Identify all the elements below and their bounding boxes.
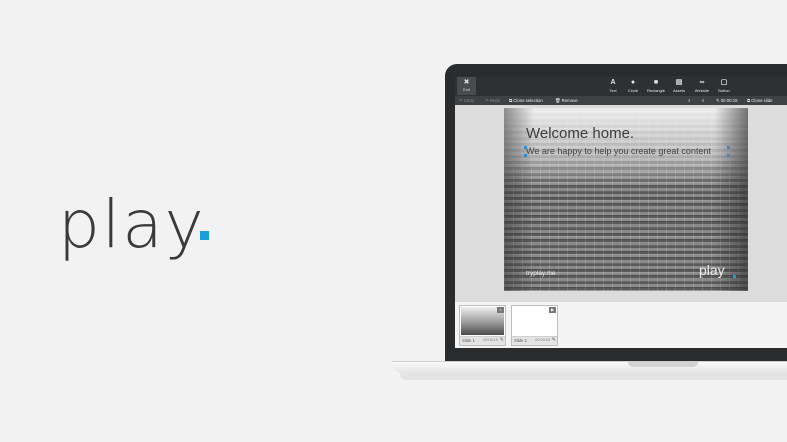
brand-logo: play <box>58 186 209 263</box>
laptop-notch <box>628 362 698 367</box>
laptop-screen: ✖ Exit A Text ● Circle ■ Rectangle ▤ Ass… <box>455 76 787 348</box>
thumbnail-bar: Slide 2 00:00:15 ✎ <box>512 336 557 345</box>
brand-wordmark: play <box>58 186 206 263</box>
slide-thumbnails: × Slide 1 00:00:15 ✎ ▶ Slide 2 00:00:15 … <box>455 302 787 348</box>
redo-button[interactable]: ↷ Redo <box>485 97 500 104</box>
circle-tool-button[interactable]: ● Circle <box>623 78 643 93</box>
close-icon[interactable]: × <box>497 307 504 313</box>
selection-handle[interactable] <box>524 154 527 157</box>
button-tool-button[interactable]: ▢ Button <box>714 78 734 93</box>
selection-handle[interactable] <box>727 154 730 157</box>
pencil-icon[interactable]: ✎ <box>552 337 556 343</box>
text-tool-button[interactable]: A Text <box>603 78 623 93</box>
search-icon[interactable]: ⌕ <box>702 97 704 104</box>
text-icon: A <box>610 79 616 86</box>
slide-footer-text[interactable]: tryplay.me <box>526 270 556 277</box>
slide-preview[interactable]: Welcome home. We are happy to help you c… <box>504 108 748 291</box>
slide-logo-dot <box>733 275 736 278</box>
website-tool-button[interactable]: ∞ Website <box>692 78 712 93</box>
exit-button[interactable]: ✖ Exit <box>457 77 476 95</box>
clone-selection-button[interactable]: ⧉ Clone selection <box>509 97 543 104</box>
assets-tool-button[interactable]: ▤ Assets <box>669 78 689 93</box>
laptop-base <box>392 361 787 374</box>
selection-handle[interactable] <box>727 146 730 149</box>
slide-logo[interactable]: play <box>699 262 725 278</box>
undo-button[interactable]: ↶ Undo <box>459 97 474 104</box>
assets-icon: ▤ <box>675 79 683 86</box>
thumbnail-bar: Slide 1 00:00:15 ✎ <box>460 336 505 345</box>
laptop-shadow <box>400 374 787 380</box>
slide-thumbnail[interactable]: ▶ Slide 2 00:00:15 ✎ <box>511 305 558 346</box>
close-icon: ✖ <box>463 79 470 86</box>
slide-thumbnail[interactable]: × Slide 1 00:00:15 ✎ <box>459 305 506 346</box>
editor-toolbar: ✖ Exit A Text ● Circle ■ Rectangle ▤ Ass… <box>455 76 787 96</box>
button-icon: ▢ <box>720 79 728 86</box>
duration-field[interactable]: ✎ 00:00:15 <box>716 97 738 104</box>
action-bar: ↶ Undo ↷ Redo ⧉ Clone selection 🗑 Remove… <box>455 96 787 105</box>
link-icon: ∞ <box>699 79 705 86</box>
circle-icon: ● <box>630 79 636 86</box>
slide-canvas: Welcome home. We are happy to help you c… <box>455 105 787 302</box>
play-icon[interactable]: ▶ <box>549 307 556 313</box>
slide-subtitle-text[interactable]: We are happy to help you create great co… <box>526 146 711 156</box>
clone-slide-button[interactable]: ⧉ Clone slide <box>747 97 773 104</box>
remove-button[interactable]: 🗑 Remove <box>555 97 578 104</box>
slide-title-text[interactable]: Welcome home. <box>526 125 634 142</box>
pencil-icon[interactable]: ✎ <box>500 337 504 343</box>
rectangle-icon: ■ <box>653 79 659 86</box>
zoom-icon[interactable]: ⌕ <box>688 97 690 104</box>
brand-accent-dot <box>200 231 209 240</box>
rectangle-tool-button[interactable]: ■ Rectangle <box>646 78 666 93</box>
selection-handle[interactable] <box>524 146 527 149</box>
